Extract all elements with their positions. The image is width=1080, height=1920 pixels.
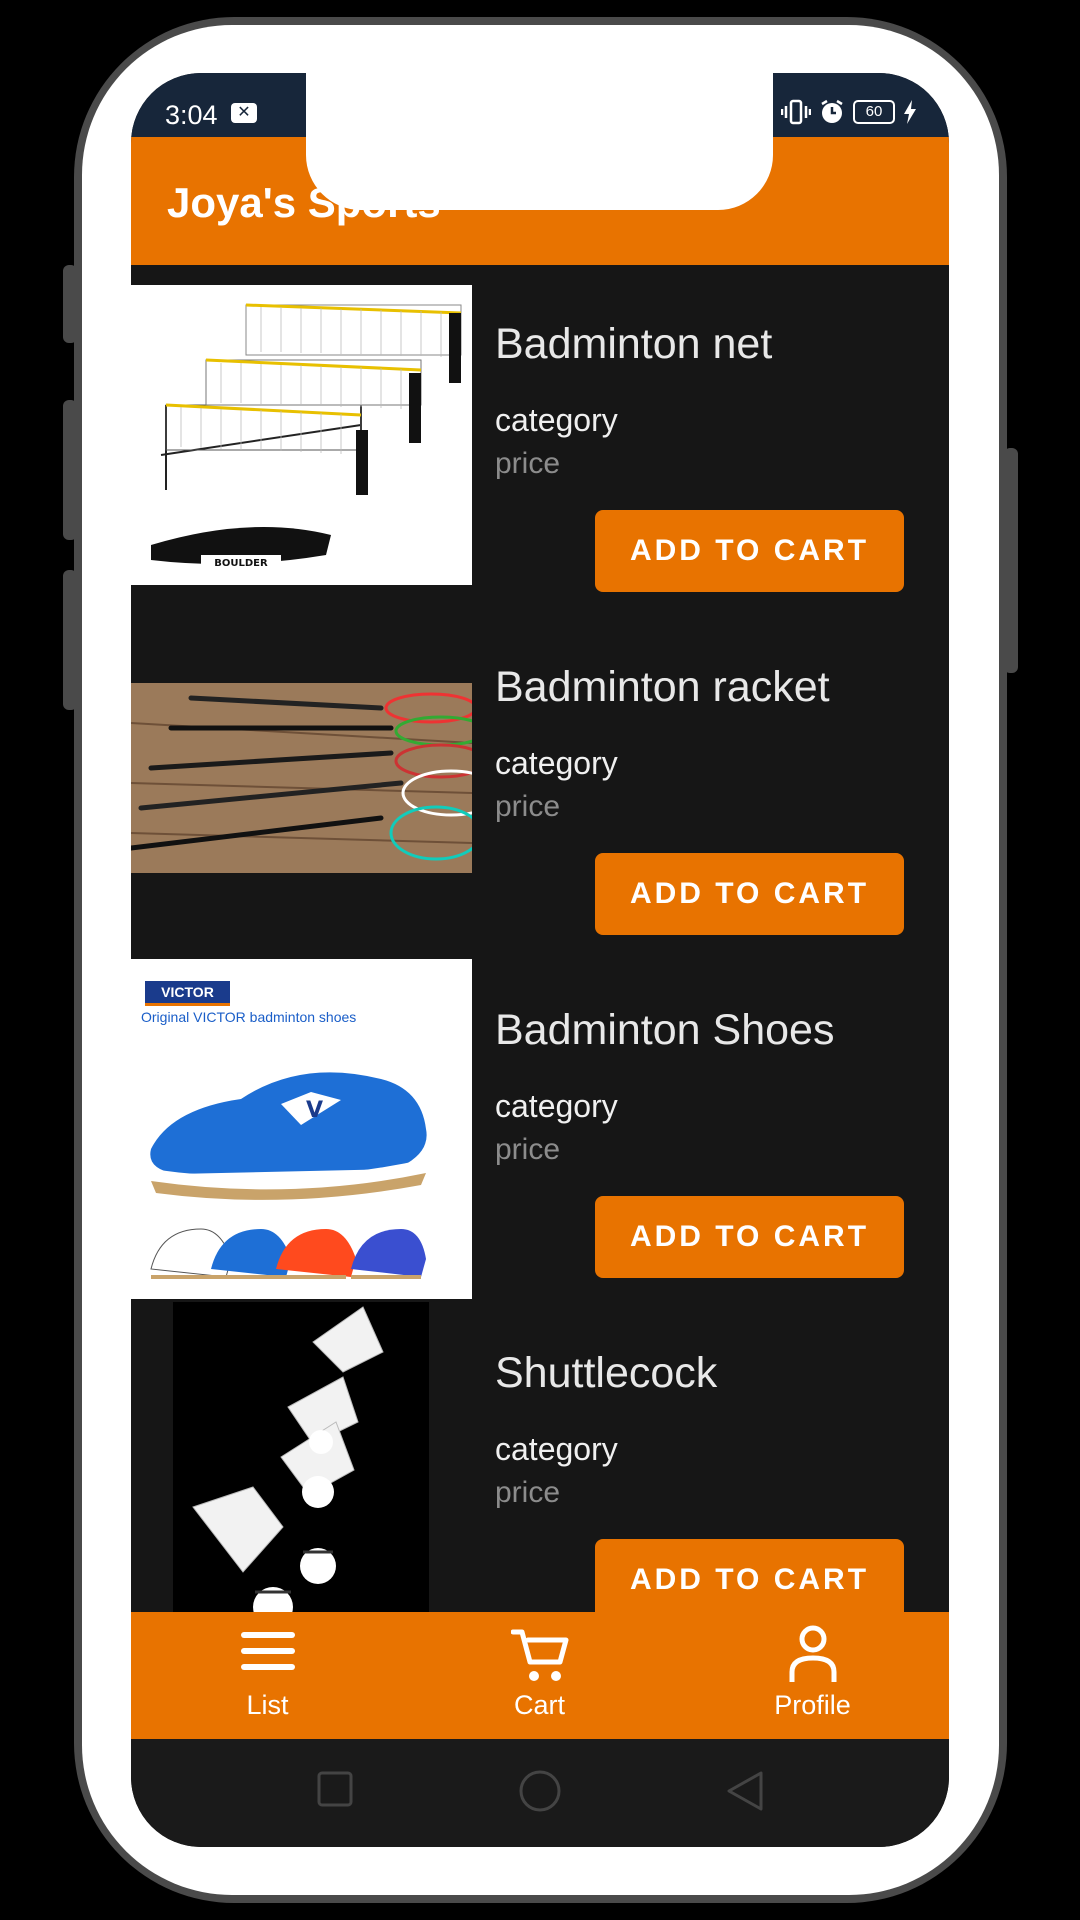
product-category: category	[495, 402, 618, 438]
nav-label-cart: Cart	[513, 1690, 565, 1720]
vibrate-icon	[781, 99, 811, 125]
product-list[interactable]: BOULDER Badminton net category price ADD…	[131, 265, 949, 1684]
product-category: category	[495, 745, 618, 781]
system-navigation-bar	[131, 1739, 949, 1847]
svg-text:V: V	[306, 1098, 323, 1123]
victor-logo: VICTOR	[145, 981, 230, 1006]
status-time: 3:04	[165, 100, 218, 130]
product-name: Badminton net	[495, 320, 773, 368]
product-name: Shuttlecock	[495, 1349, 718, 1397]
list-item[interactable]: VICTOR Original VICTOR badminton shoes V	[131, 951, 949, 1299]
product-image-badminton-shoes: VICTOR Original VICTOR badminton shoes V	[131, 959, 472, 1299]
profile-icon	[789, 1625, 836, 1682]
product-image-badminton-net: BOULDER	[131, 285, 472, 585]
list-item[interactable]: Badminton racket category price ADD TO C…	[131, 608, 949, 951]
add-to-cart-button[interactable]: ADD TO CART	[595, 853, 904, 935]
product-price: price	[495, 447, 561, 480]
product-price: price	[495, 1133, 561, 1166]
add-to-cart-button[interactable]: ADD TO CART	[595, 510, 904, 592]
menu-icon	[240, 1632, 295, 1670]
product-price: price	[495, 790, 561, 823]
volume-down-button	[63, 400, 77, 540]
power-button	[1004, 448, 1018, 673]
product-price: price	[495, 1476, 561, 1509]
product-name: Badminton racket	[495, 663, 830, 711]
nav-item-list[interactable]: List	[131, 1612, 404, 1739]
alarm-icon	[821, 99, 843, 123]
status-icons: 60	[781, 97, 917, 127]
product-category: category	[495, 1088, 618, 1124]
bottom-navigation: List Cart Profile	[131, 1612, 949, 1739]
list-item[interactable]: BOULDER Badminton net category price ADD…	[131, 265, 949, 608]
charging-icon	[904, 100, 916, 124]
add-to-cart-button[interactable]: ADD TO CART	[595, 1196, 904, 1278]
product-name: Badminton Shoes	[495, 1006, 835, 1054]
svg-text:BOULDER: BOULDER	[214, 558, 268, 569]
add-to-cart-button[interactable]: ADD TO CART	[595, 1539, 904, 1621]
nav-label-list: List	[246, 1690, 289, 1720]
recents-icon[interactable]	[317, 1769, 353, 1809]
home-icon[interactable]	[518, 1769, 562, 1813]
cart-icon	[510, 1629, 568, 1681]
back-icon[interactable]	[725, 1769, 765, 1813]
battery-icon: 60	[853, 100, 895, 124]
nav-item-profile[interactable]: Profile	[676, 1612, 949, 1739]
product-image-badminton-racket	[131, 683, 472, 873]
nav-item-cart[interactable]: Cart	[403, 1612, 676, 1739]
notification-icon: ✕	[231, 103, 257, 123]
notch	[306, 73, 773, 210]
image-caption: Original VICTOR badminton shoes	[141, 1009, 357, 1025]
nav-label-profile: Profile	[774, 1690, 851, 1720]
volume-up-button	[63, 265, 77, 343]
screen: 3:04 ✕ 60 Joya's Sports BOULDER Badminto…	[131, 73, 949, 1847]
list-item[interactable]: Shuttlecock category price ADD TO CART	[131, 1294, 949, 1637]
product-category: category	[495, 1431, 618, 1467]
bixby-button	[63, 570, 77, 710]
product-image-shuttlecock	[173, 1302, 429, 1637]
